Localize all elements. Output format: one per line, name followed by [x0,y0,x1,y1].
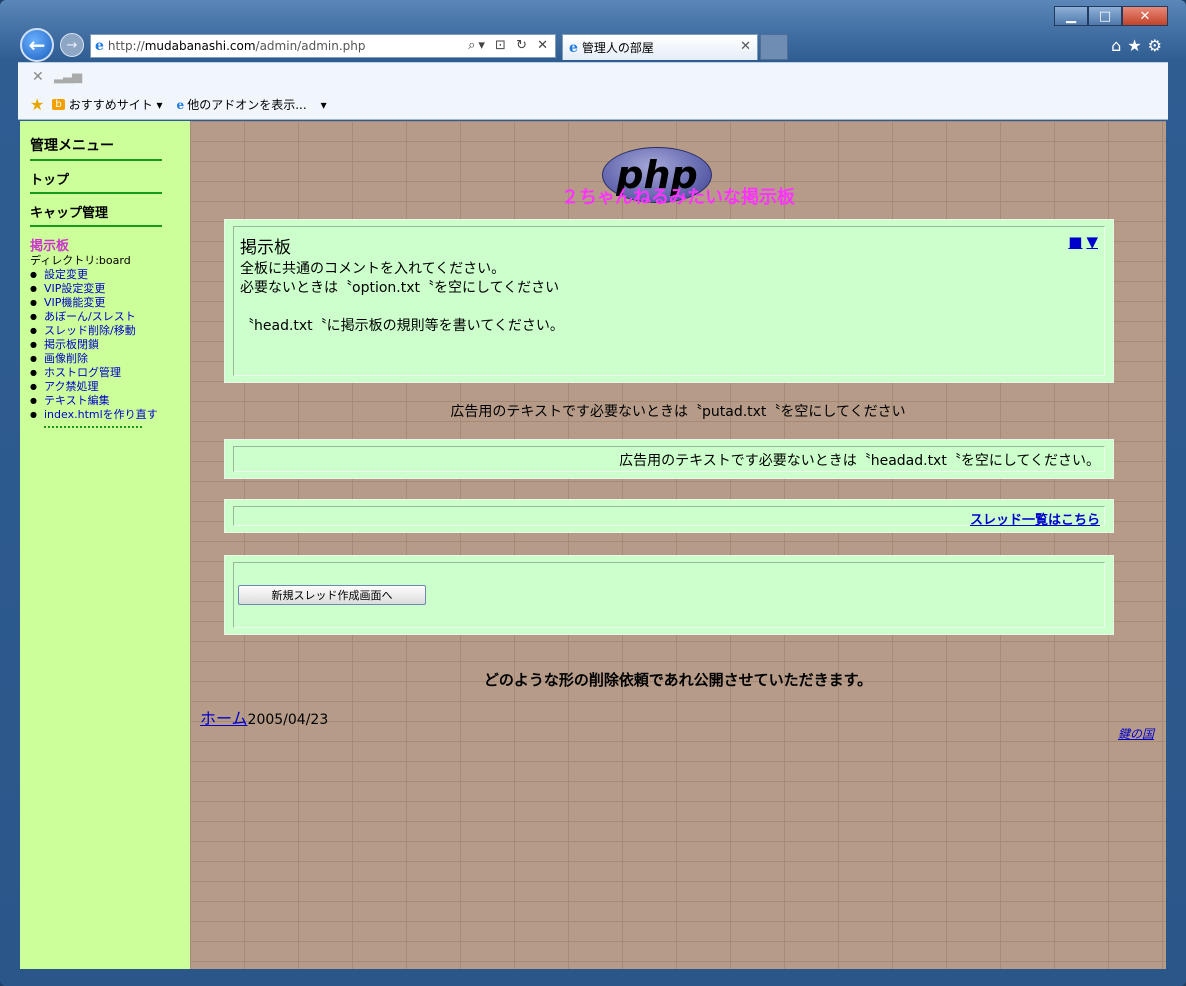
board-line: 〝head.txt〝に掲示板の規則等を書いてください。 [240,318,564,334]
signal-icon: ▂▃▅ [54,69,82,84]
ad-panel: 広告用のテキストです必要ないときは〝headad.txt〝を空にしてください。 [224,439,1114,479]
address-bar[interactable]: e http://mudabanashi.com/admin/admin.php… [90,34,556,58]
command-toolbar: ✕ ▂▃▅ ★ b おすすめサイト ▾ e 他のアドオンを表示... ▾ [18,62,1168,120]
forward-button[interactable]: → [60,33,84,57]
board-line [240,298,1104,317]
site-title: ２ちゃんねるみたいな掲示板 [561,187,795,208]
favorites-star-icon[interactable]: ★ [30,95,44,114]
sidebar-item-thread-delete[interactable]: スレッド削除/移動 [30,324,190,338]
tab-title: 管理人の部屋 [581,41,654,55]
board-description: 全板に共通のコメントを入れてください。 必要ないときは〝option.txt〝を… [234,258,1104,336]
ad-panel-inner: 広告用のテキストです必要ないときは〝headad.txt〝を空にしてください。 [233,446,1105,472]
deletion-notice: どのような形の削除依頼であれ公開させていただきます。 [483,671,873,689]
board-admin-list: 設定変更 VIP設定変更 VIP機能変更 あぼーん/スレスト スレッド削除/移動… [30,268,190,422]
url-domain: mudabanashi.com [144,39,256,53]
new-thread-panel: 新規スレッド作成画面へ [224,555,1114,635]
board-heading: 掲示板 [240,238,291,258]
tab-admin-room[interactable]: e 管理人の部屋 ✕ [562,34,758,60]
new-tab-button[interactable] [760,34,788,60]
sidebar-item-board-close[interactable]: 掲示板閉鎖 [30,338,190,352]
page-viewport: 管理メニュー トップ キャップ管理 掲示板 ディレクトリ:board 設定変更 … [20,121,1166,969]
footer-left: ホーム2005/04/23 [200,705,328,729]
maximize-button[interactable]: □ [1088,6,1122,26]
new-thread-panel-inner: 新規スレッド作成画面へ [233,562,1105,628]
ad-text-headad: 広告用のテキストです必要ないときは〝headad.txt〝を空にしてください。 [619,453,1100,469]
divider [30,225,162,227]
board-panel-inner: 掲示板 ■ ▼ 全板に共通のコメントを入れてください。 必要ないときは〝optio… [233,226,1105,376]
window-controls: ▁ □ ✕ [1054,6,1168,26]
thread-list-link[interactable]: スレッド一覧はこちら [234,507,1104,528]
thread-list-panel-inner: スレッド一覧はこちら [233,506,1105,528]
dotted-divider [44,426,142,428]
sidebar-item-settings[interactable]: 設定変更 [30,268,190,282]
directory-label: ディレクトリ:board [30,254,131,267]
square-anchor-icon[interactable]: ■ [1068,233,1082,251]
ie-tab-icon: e [569,39,578,56]
board-line: 全板に共通のコメントを入れてください。 [240,261,506,277]
thread-list-panel: スレッド一覧はこちら [224,499,1114,533]
new-thread-button[interactable]: 新規スレッド作成画面へ [238,585,426,605]
browser-window: ▁ □ ✕ ← → e http://mudabanashi.com/admin… [0,0,1186,986]
suggested-sites-menu[interactable]: おすすめサイト ▾ [69,96,163,113]
down-triangle-icon[interactable]: ▼ [1086,233,1098,251]
arrow-left-icon: ← [28,33,46,57]
footer-link[interactable]: 鍵の国 [1118,725,1154,742]
sidebar-item-text-edit[interactable]: テキスト編集 [30,394,190,408]
ad-text-putad: 広告用のテキストです必要ないときは〝putad.txt〝を空にしてください [450,404,906,420]
navigation-bar: ← → e http://mudabanashi.com/admin/admin… [18,28,1168,62]
admin-sidebar: 管理メニュー トップ キャップ管理 掲示板 ディレクトリ:board 設定変更 … [20,121,190,969]
address-tools[interactable]: ⌕▾ ⊡ ↻ ✕ [468,38,551,53]
sidebar-item-host-log[interactable]: ホストログ管理 [30,366,190,380]
home-favorites-tools-icons[interactable]: ⌂★⚙ [1111,36,1168,55]
board-nav-marks: ■ ▼ [1064,233,1098,251]
addons-link[interactable]: 他のアドオンを表示... [187,96,306,113]
close-window-button[interactable]: ✕ [1122,6,1168,26]
favorites-bar: ★ b おすすめサイト ▾ e 他のアドオンを表示... ▾ [30,95,341,114]
home-link[interactable]: ホーム [200,709,248,728]
sidebar-item-cap-admin[interactable]: キャップ管理 [30,202,190,221]
arrow-right-icon: → [66,37,78,53]
url-path: /admin/admin.php [255,39,366,53]
bing-icon: b [52,99,65,110]
sidebar-item-vip-settings[interactable]: VIP設定変更 [30,282,190,296]
back-button[interactable]: ← [20,28,54,62]
board-line: 必要ないときは〝option.txt〝を空にしてください [240,280,560,296]
tab-close-icon[interactable]: ✕ [740,39,751,54]
divider [30,159,162,161]
ie-page-icon: e [95,38,104,54]
header-logo: php ２ちゃんねるみたいな掲示板 [190,147,1166,208]
sidebar-item-top[interactable]: トップ [30,169,190,188]
admin-menu-title: 管理メニュー [30,138,114,154]
sidebar-item-image-delete[interactable]: 画像削除 [30,352,190,366]
sidebar-item-abon[interactable]: あぼーん/スレスト [30,310,190,324]
url-prefix: http:// [107,39,145,53]
sidebar-board-title[interactable]: 掲示板 [30,235,190,254]
stop-icon[interactable]: ✕ [32,69,44,85]
board-panel: 掲示板 ■ ▼ 全板に共通のコメントを入れてください。 必要ないときは〝optio… [224,219,1114,383]
minimize-button[interactable]: ▁ [1054,6,1088,26]
footer-date: 2005/04/23 [247,712,329,728]
divider [30,192,162,194]
more-chevron-icon[interactable]: ▾ [321,98,327,112]
ie-addons-icon: e [176,97,185,112]
main-content: php ２ちゃんねるみたいな掲示板 掲示板 ■ ▼ 全板に共通のコメントを入れてく… [190,121,1166,969]
sidebar-item-rebuild-index[interactable]: index.htmlを作り直す [30,408,190,422]
sidebar-item-ban[interactable]: アク禁処理 [30,380,190,394]
sidebar-item-vip-features[interactable]: VIP機能変更 [30,296,190,310]
